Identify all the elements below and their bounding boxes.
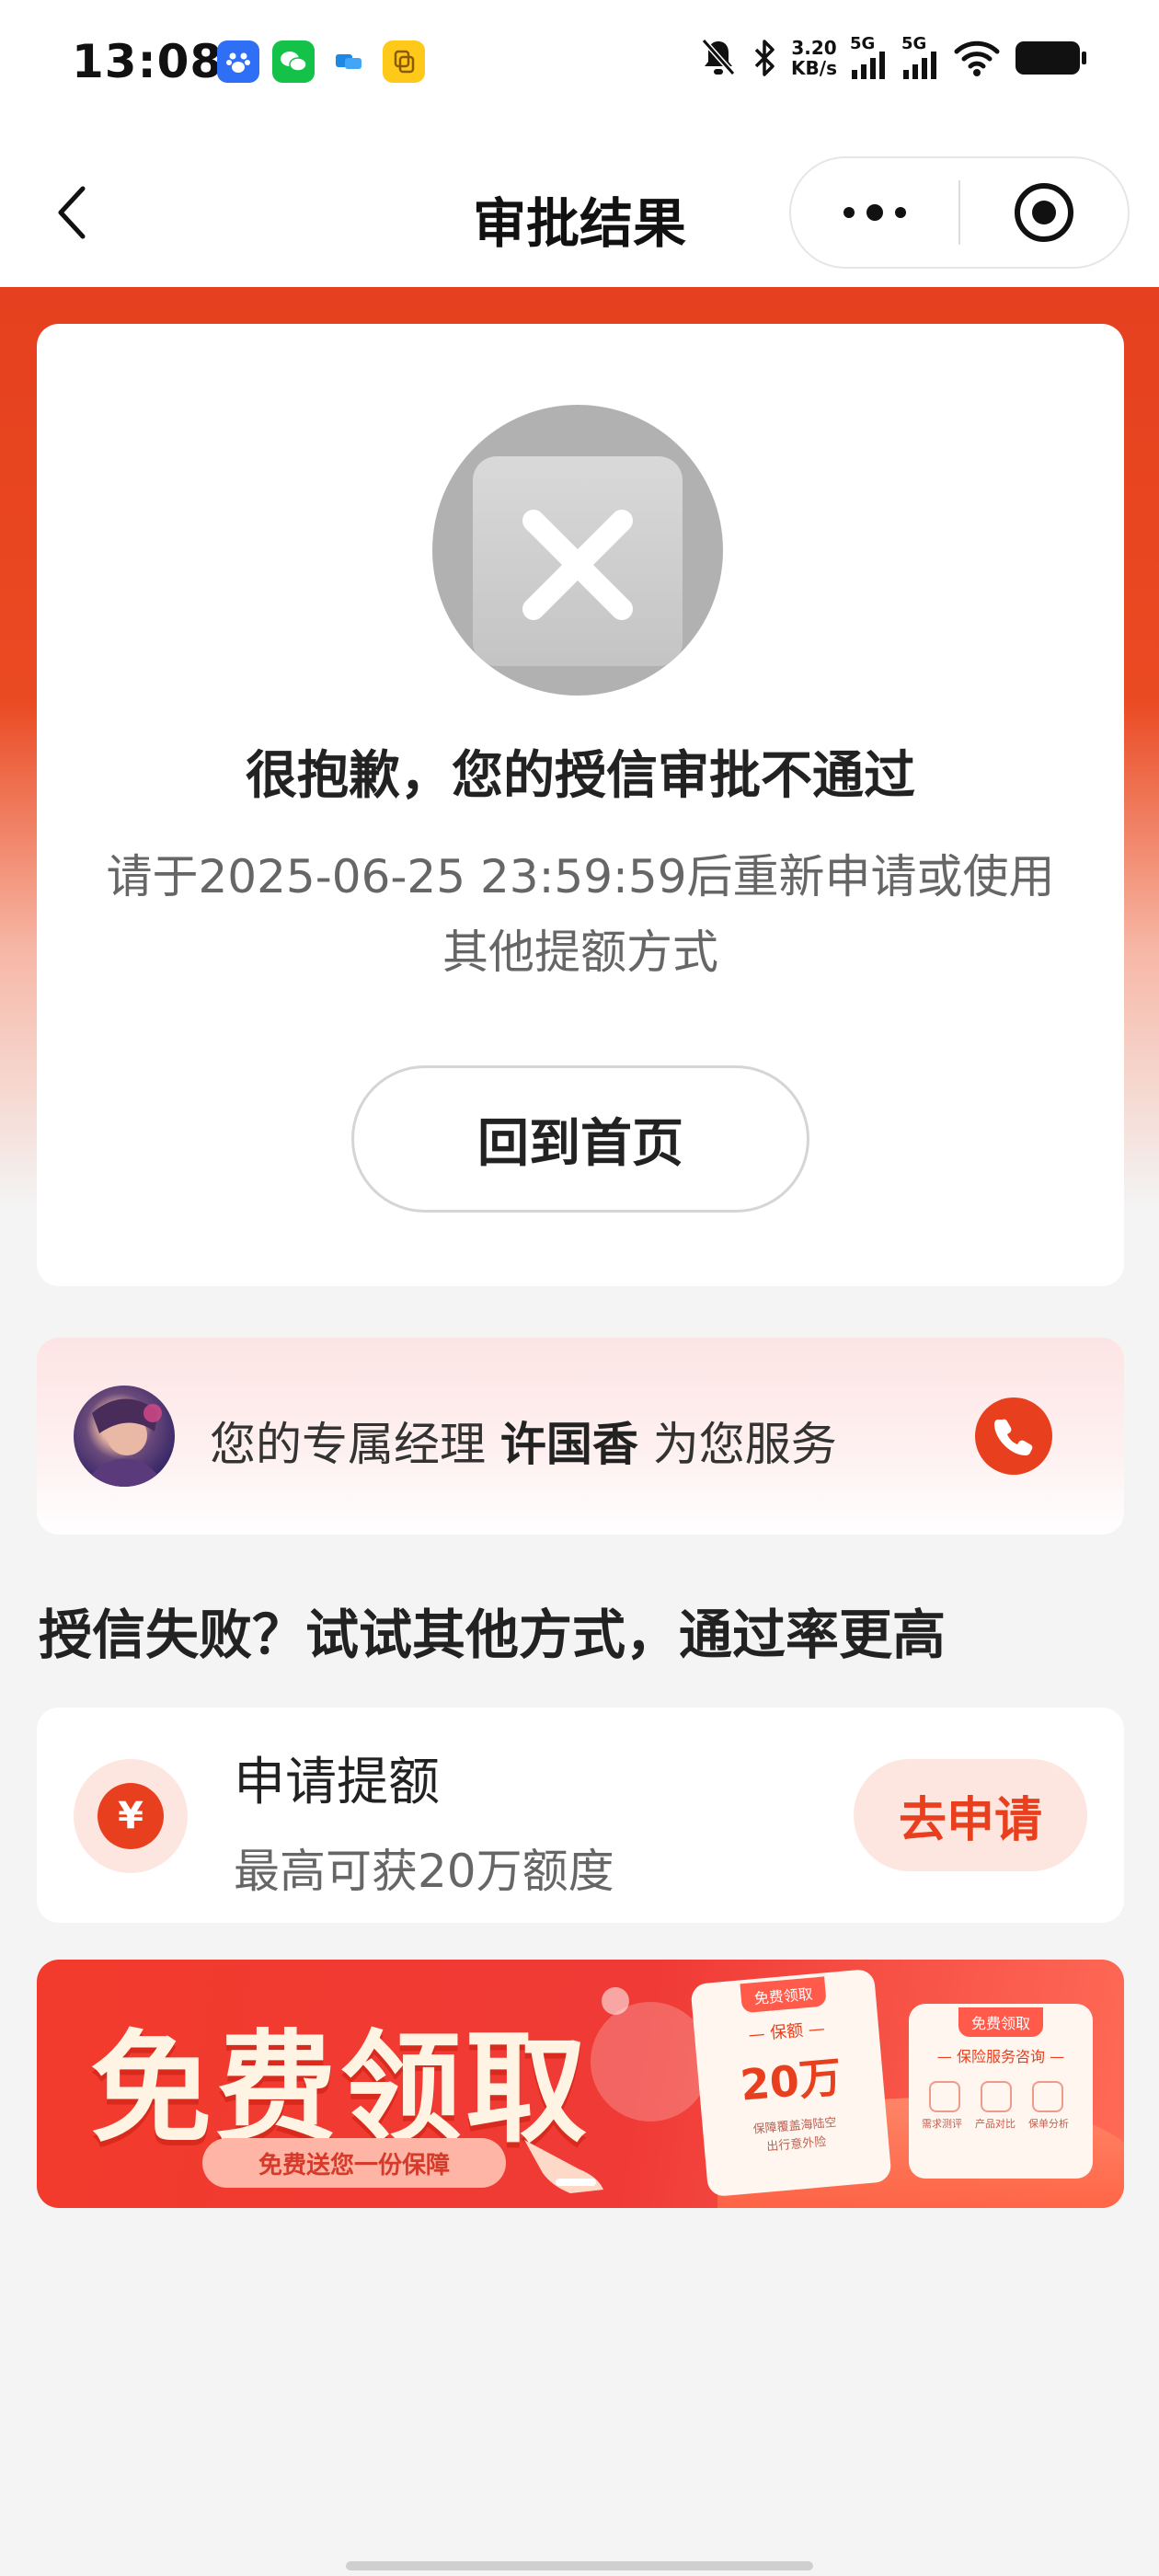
banner-coverage-card: 免费领取 — 保额 — 20万 保障覆盖海陆空 出行意外险 — [690, 1968, 892, 2198]
status-bar: 13:08 3.20 KB/s 5G 5G — [0, 0, 1159, 138]
service-icons — [929, 2081, 1073, 2112]
wifi-icon — [954, 40, 1000, 76]
net-label-1: 5G — [850, 34, 876, 53]
increase-limit-title: 申请提额 — [234, 1753, 440, 1812]
miniprogram-capsule — [789, 156, 1130, 269]
free-insurance-banner[interactable]: 免费领取 免费送您一份保障 免费领取 — 保额 — 20万 保障覆盖海陆空 出行… — [37, 1960, 1124, 2208]
service-card-tag: 免费领取 — [958, 2007, 1044, 2037]
files-app-icon — [383, 40, 425, 83]
back-to-home-button[interactable]: 回到首页 — [351, 1065, 809, 1213]
policy-icon — [1032, 2081, 1063, 2112]
bluetooth-icon — [754, 40, 775, 76]
fail-subtitle: 请于2025-06-25 23:59:59后重新申请或使用 其他提额方式 — [83, 839, 1078, 990]
phone-icon — [994, 1419, 1033, 1455]
wechat-app-icon — [272, 40, 315, 83]
banner-pagination-dot[interactable] — [556, 2179, 596, 2186]
manager-name: 许国香 — [499, 1418, 638, 1471]
manager-avatar — [74, 1386, 175, 1487]
coverage-card-amount: 20万 — [738, 2052, 843, 2110]
go-apply-button[interactable]: 去申请 — [854, 1759, 1087, 1871]
battery-icon — [1016, 41, 1086, 75]
mute-bell-icon — [701, 39, 736, 75]
baidu-app-icon — [217, 40, 259, 83]
manager-text-prefix: 您的专属经理 — [210, 1418, 500, 1471]
banner-deco-circle — [591, 2002, 710, 2122]
signal-block-1: 5G — [850, 34, 889, 79]
navigation-bar: 审批结果 — [0, 138, 1159, 287]
result-card: 很抱歉，您的授信审批不通过 请于2025-06-25 23:59:59后重新申请… — [37, 324, 1124, 1286]
compare-icon — [981, 2081, 1012, 2112]
speed-unit: KB/s — [791, 57, 837, 79]
yuan-coin-icon: ¥ — [74, 1759, 188, 1873]
manager-text: 您的专属经理 许国香 为您服务 — [210, 1408, 837, 1474]
network-speed: 3.20 KB/s — [791, 38, 837, 78]
close-x-icon — [522, 510, 633, 620]
signal-icon — [903, 52, 936, 79]
coverage-card-tag: 免费领取 — [740, 1976, 827, 2014]
fail-subtitle-line-2: 其他提额方式 — [442, 926, 718, 979]
home-indicator[interactable] — [346, 2561, 813, 2570]
notification-app-icons — [217, 40, 425, 83]
target-circle-icon — [1015, 183, 1073, 242]
message-app-icon — [327, 40, 370, 83]
banner-service-card: 免费领取 — 保险服务咨询 — 需求测评 产品对比 保单分析 — [909, 2004, 1093, 2179]
more-dots-icon — [843, 204, 906, 221]
alternative-methods-title: 授信失败？试试其他方式，通过率更高 — [39, 1604, 947, 1666]
status-right: 3.20 KB/s 5G 5G — [699, 34, 1089, 79]
service-card-line: — 保险服务咨询 — — [936, 2048, 1065, 2065]
close-miniprogram-button[interactable] — [960, 158, 1128, 267]
approval-result-page: 13:08 3.20 KB/s 5G 5G 审批结果 很抱歉，您的授信审批不通过… — [0, 0, 1159, 2576]
service-label-1: 需求测评 — [922, 2118, 962, 2130]
net-label-2: 5G — [901, 34, 927, 53]
more-button[interactable] — [791, 158, 958, 267]
banner-deco-circle — [602, 1987, 629, 2015]
assessment-icon — [929, 2081, 960, 2112]
signal-icon — [852, 52, 885, 79]
signal-block-2: 5G — [901, 34, 940, 79]
yuan-symbol: ¥ — [98, 1783, 164, 1849]
fail-message: 很抱歉，您的授信审批不通过 — [246, 746, 915, 806]
speed-value: 3.20 — [791, 37, 837, 59]
manager-card: 您的专属经理 许国香 为您服务 — [37, 1338, 1124, 1535]
increase-limit-card[interactable]: ¥ 申请提额 最高可获20万额度 去申请 — [37, 1708, 1124, 1923]
service-label-2: 产品对比 — [975, 2118, 1016, 2130]
banner-pill: 免费送您一份保障 — [202, 2138, 506, 2188]
fail-subtitle-line-1: 请于2025-06-25 23:59:59后重新申请或使用 — [106, 850, 1055, 903]
status-time: 13:08 — [72, 35, 224, 88]
increase-limit-subtitle: 最高可获20万额度 — [234, 1845, 614, 1898]
fail-status-illustration — [432, 405, 723, 696]
manager-text-suffix: 为您服务 — [637, 1418, 837, 1471]
service-label-3: 保单分析 — [1028, 2118, 1069, 2130]
call-manager-button[interactable] — [975, 1397, 1052, 1475]
